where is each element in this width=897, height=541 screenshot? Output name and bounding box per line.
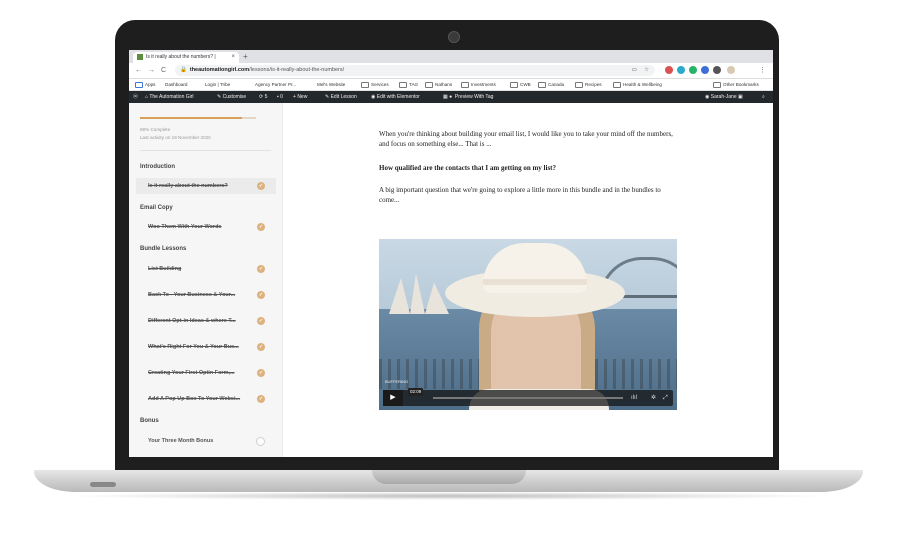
video-time: 02:09 [408,388,424,396]
back-icon[interactable]: ← [135,64,142,77]
url-bar[interactable]: 🔒 theautomationgirl.com/lessons/is-it-rea… [175,65,655,76]
wp-updates[interactable]: ⟳ 5 [259,91,267,103]
lesson-item[interactable]: What's Right For You & Your Bus... ✓ [136,339,276,355]
url-domain: theautomationgirl.com [189,67,250,73]
wp-comments[interactable]: ▪ 0 [277,91,283,103]
bookmark-canada[interactable]: Canada [538,79,564,90]
paragraph: When you're thinking about building your… [379,130,673,148]
menu-icon[interactable]: ⋮ [759,64,766,77]
wp-user[interactable]: ◉ Sarah-Jane ▣ [705,91,743,103]
check-icon: ✓ [257,395,265,403]
lock-icon: 🔒 [180,67,187,73]
bookmark-dashboard[interactable]: Dashboard [165,79,187,90]
lesson-item[interactable]: Woo Them With Your Words ✓ [136,219,276,235]
wp-site-name[interactable]: ⌂ The Automation Girl [145,91,194,103]
address-toolbar: ← → C 🔒 theautomationgirl.com/lessons/is-… [129,63,773,79]
lesson-sidebar: 88% Complete Last activity on 19 Novembe… [129,103,283,457]
bookmark-recipes[interactable]: Recipes [575,79,602,90]
browser-tab[interactable]: Is it really about the numbers? | × [133,52,239,63]
extension-icon[interactable] [701,66,709,74]
divider [140,150,271,151]
lesson-item[interactable]: Add A Pop Up Box To Your Websi... ✓ [136,391,276,407]
tab-title: Is it really about the numbers? | [146,54,216,60]
incomplete-circle-icon [256,437,265,446]
play-icon[interactable]: ▶ [383,390,403,406]
wp-admin-bar: ⓦ ⌂ The Automation Girl ✎ Customise ⟳ 5 … [129,91,773,103]
profile-avatar[interactable] [727,66,735,74]
paragraph: A big important question that we're goin… [379,186,661,204]
volume-icon[interactable]: ılıl [631,390,637,406]
check-icon: ✓ [257,317,265,325]
laptop-foot [90,482,116,487]
lesson-item[interactable]: Creating Your First Optin Form,... ✓ [136,365,276,381]
extension-icon[interactable] [677,66,685,74]
section-email-copy[interactable]: Email Copy [140,205,173,211]
check-icon: ✓ [257,182,265,190]
tab-close-icon[interactable]: × [231,52,235,63]
progress-text: 88% Complete [140,127,171,132]
bookmark-login[interactable]: Login | Tribe [205,79,230,90]
progress-fill [140,117,243,119]
bookmark-tag[interactable]: TAG [399,79,418,90]
browser-tab-bar: Is it really about the numbers? | × + [129,50,773,63]
puzzle-icon[interactable] [713,66,721,74]
new-tab-button[interactable]: + [243,51,248,62]
lesson-item[interactable]: List Building ✓ [136,261,276,277]
bookmark-health[interactable]: Health & Wellbeing [613,79,662,90]
laptop-notch [372,470,526,484]
lesson-content: When you're thinking about building your… [283,103,773,457]
laptop-shadow [60,492,837,500]
last-activity: Last activity on 19 November 2020 [140,135,211,140]
bookmark-investments[interactable]: Investments [461,79,496,90]
webcam [448,31,460,43]
video-player[interactable]: BUFFERING ▶ 02:09 ılıl ✲ ⤢ [379,239,677,410]
check-icon: ✓ [257,291,265,299]
wp-edit-lesson[interactable]: ✎ Edit Lesson [325,91,357,103]
bookmark-mels-website[interactable]: Mel's Website [317,79,345,90]
lesson-item[interactable]: Is it really about the numbers? ✓ [136,178,276,194]
section-bundle-lessons[interactable]: Bundle Lessons [140,246,186,252]
course-progress-bar [140,117,256,119]
laptop-screen: Is it really about the numbers? | × + ← … [129,50,773,457]
video-scrubber[interactable] [433,397,623,399]
bookmark-nathans[interactable]: Nathans [425,79,452,90]
check-icon: ✓ [257,265,265,273]
wp-edit-elementor[interactable]: ◉ Edit with Elementor [371,91,420,103]
video-controls: ▶ 02:09 ılıl ✲ ⤢ [383,388,673,406]
section-introduction[interactable]: Introduction [140,164,175,170]
lesson-item[interactable]: Back To - Your Business & Your... ✓ [136,287,276,303]
wordpress-icon[interactable]: ⓦ [133,91,138,103]
check-icon: ✓ [257,223,265,231]
url-path: /lessons/is-it-really-about-the-numbers/ [249,67,345,73]
lesson-item[interactable]: Different Opt-in Ideas & where T... ✓ [136,313,276,329]
buffering-label: BUFFERING [385,379,409,384]
check-icon: ✓ [257,343,265,351]
fullscreen-icon[interactable]: ⤢ [663,390,668,406]
bookmarks-bar: Apps Dashboard Login | Tribe Agency Part… [129,79,773,91]
favicon-icon [137,53,143,60]
bookmark-cwb[interactable]: CWB [510,79,531,90]
forward-icon[interactable]: → [148,64,155,77]
settings-gear-icon[interactable]: ✲ [651,390,656,406]
paragraph-bold: How qualified are the contacts that I am… [379,164,556,172]
bookmark-services[interactable]: Services [361,79,389,90]
search-icon[interactable]: ⌕ [762,91,765,103]
cast-icon[interactable]: ▭ [632,65,637,76]
lesson-item[interactable]: Your Three Month Bonus [136,433,276,449]
section-bonus[interactable]: Bonus [140,418,159,424]
bookmark-agency[interactable]: Agency Partner Pr... [255,79,296,90]
bookmark-other[interactable]: Other Bookmarks [713,79,759,90]
wp-preview-tag[interactable]: ▦ ● Preview With Tag [443,91,493,103]
check-icon: ✓ [257,369,265,377]
extension-icon[interactable] [665,66,673,74]
extension-icon[interactable] [689,66,697,74]
bookmark-apps[interactable]: Apps [135,79,155,90]
wp-customise[interactable]: ✎ Customise [217,91,246,103]
reload-icon[interactable]: C [161,64,166,77]
hat-band [483,279,587,285]
bookmark-star-icon[interactable]: ☆ [644,65,649,76]
wp-new[interactable]: + New [293,91,307,103]
